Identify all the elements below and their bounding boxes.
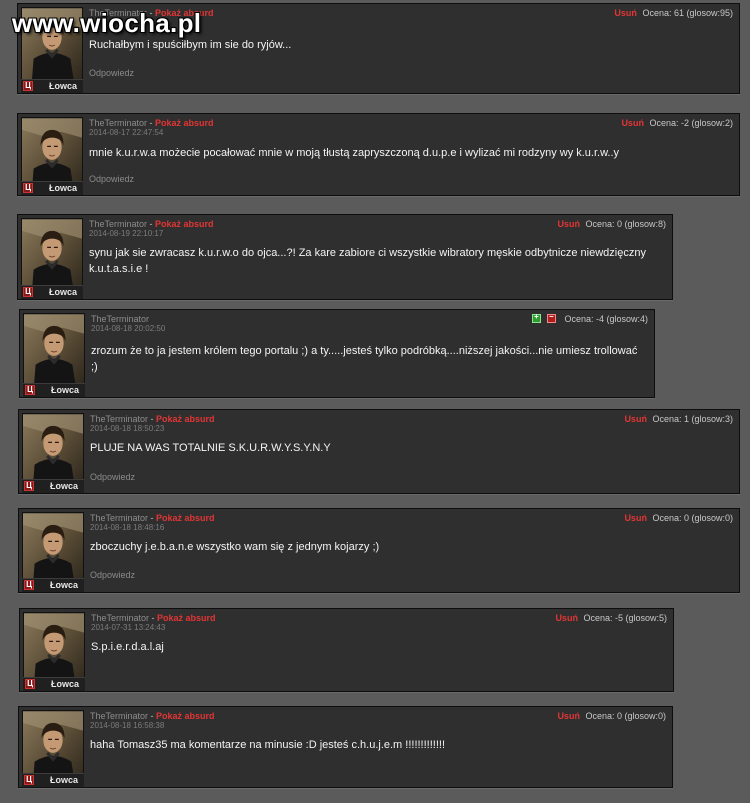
comment-text: mnie k.u.r.w.a możecie pocałować mnie w …	[89, 147, 620, 159]
comment-score: Usuń Ocena: 0 (glosow:0)	[557, 711, 666, 721]
show-absurd-link[interactable]: Pokaż absurd	[156, 711, 215, 721]
comment-text: zboczuchy j.e.b.a.n.e wszystko wam się z…	[90, 541, 380, 553]
comment-date: 2014-07-31 13:24:43	[91, 623, 166, 632]
score-text: Ocena: 0 (glosow:0)	[585, 711, 666, 721]
score-text: Ocena: 61 (glosow:95)	[642, 8, 733, 18]
score-text: Ocena: 1 (glosow:3)	[652, 414, 733, 424]
comment-text: S.p.i.e.r.d.a.l.aj	[91, 641, 164, 653]
reply-link[interactable]: Odpowiedz	[89, 174, 134, 184]
user-rank-label: Łowca	[49, 183, 78, 193]
author-link[interactable]: TheTerminator	[90, 513, 148, 523]
reply-link[interactable]: Odpowiedz	[90, 472, 135, 482]
comment-score: Usuń Ocena: -5 (glosow:5)	[555, 613, 667, 623]
comment-text: haha Tomasz35 ma komentarze na minusie :…	[90, 739, 446, 751]
comment-score: Usuń Ocena: 0 (glosow:8)	[557, 219, 666, 229]
user-rank-label: Łowca	[51, 679, 80, 689]
delete-link[interactable]: Usuń	[624, 414, 647, 424]
comment-card: Ц Łowca TheTerminator - Pokaż absurd 201…	[18, 706, 673, 788]
user-rank-bar: Ц Łowca	[23, 677, 85, 691]
comment-card: Ц Łowca TheTerminator - Pokaż absurd 201…	[17, 113, 740, 196]
user-rank-bar: Ц Łowca	[23, 383, 85, 397]
comment-text: PLUJE NA WAS TOTALNIE S.K.U.R.W.Y.S.Y.N.…	[90, 442, 331, 454]
score-text: Ocena: -5 (glosow:5)	[583, 613, 667, 623]
comment-date: 2014-08-18 20:02:50	[91, 324, 166, 333]
delete-link[interactable]: Usuń	[621, 118, 644, 128]
rank-icon: Ц	[24, 580, 34, 590]
author-link[interactable]: TheTerminator	[89, 219, 147, 229]
rank-icon: Ц	[24, 775, 34, 785]
meta-separator: -	[147, 219, 156, 229]
user-rank-bar: Ц Łowca	[22, 479, 84, 493]
comment-card: Ц Łowca TheTerminator - Pokaż absurd 201…	[19, 608, 674, 692]
comment-text: synu jak sie zwracasz k.u.r.w.o do ojca.…	[89, 247, 646, 275]
comment-card: Ц Łowca TheTerminator - Pokaż absurd 201…	[18, 409, 740, 494]
meta-separator: -	[148, 711, 157, 721]
delete-link[interactable]: Usuń	[557, 219, 580, 229]
vote-up-icon[interactable]	[531, 312, 541, 323]
rank-icon: Ц	[23, 81, 33, 91]
author-link[interactable]: TheTerminator	[89, 118, 147, 128]
comment-score: Usuń Ocena: 61 (glosow:95)	[614, 8, 733, 18]
user-rank-label: Łowca	[50, 580, 79, 590]
author-link[interactable]: TheTerminator	[90, 711, 148, 721]
author-link[interactable]: TheTerminator	[90, 414, 148, 424]
vote-down-icon[interactable]	[546, 312, 556, 323]
meta-separator: -	[148, 513, 157, 523]
reply-link[interactable]: Odpowiedz	[90, 570, 135, 580]
user-rank-bar: Ц Łowca	[21, 285, 83, 299]
user-rank-label: Łowca	[50, 775, 79, 785]
comment-score: Usuń Ocena: 0 (glosow:0)	[624, 513, 733, 523]
show-absurd-link[interactable]: Pokaż absurd	[157, 613, 216, 623]
delete-link[interactable]: Usuń	[614, 8, 637, 18]
show-absurd-link[interactable]: Pokaż absurd	[156, 414, 215, 424]
user-rank-bar: Ц Łowca	[21, 79, 83, 93]
comment-date: 2014-08-18 18:50:23	[90, 424, 165, 433]
meta-separator: -	[149, 613, 158, 623]
score-text: Ocena: 0 (glosow:0)	[652, 513, 733, 523]
rank-icon: Ц	[23, 287, 33, 297]
comment-score: Usuń Ocena: 1 (glosow:3)	[624, 414, 733, 424]
comment-date: 2014-08-17 22:47:54	[89, 128, 164, 137]
user-rank-label: Łowca	[51, 385, 80, 395]
delete-link[interactable]: Usuń	[624, 513, 647, 523]
user-rank-label: Łowca	[49, 287, 78, 297]
score-text: Ocena: -2 (glosow:2)	[649, 118, 733, 128]
comment-score: Usuń Ocena: -2 (glosow:2)	[621, 118, 733, 128]
user-rank-bar: Ц Łowca	[22, 773, 84, 787]
author-link[interactable]: TheTerminator	[91, 314, 149, 324]
reply-link[interactable]: Odpowiedz	[89, 68, 134, 78]
author-link[interactable]: TheTerminator	[91, 613, 149, 623]
comment-card: Ц Łowca TheTerminator - Pokaż absurd 201…	[17, 214, 673, 300]
rank-icon: Ц	[23, 183, 33, 193]
show-absurd-link[interactable]: Pokaż absurd	[156, 513, 215, 523]
comment-text: zrozum że to ja jestem królem tego porta…	[91, 345, 638, 373]
wiocha-watermark: www.wiocha.pl	[12, 8, 202, 38]
meta-separator: -	[147, 118, 156, 128]
comment-card: Ц Łowca TheTerminator - Pokaż absurd 201…	[18, 508, 740, 593]
comment-date: 2014-08-18 16:58:38	[90, 721, 165, 730]
rank-icon: Ц	[25, 385, 35, 395]
user-rank-bar: Ц Łowca	[22, 578, 84, 592]
rank-icon: Ц	[25, 679, 35, 689]
comment-text: Ruchałbym i spuściłbym im sie do ryjów..…	[89, 39, 292, 51]
comment-score: Ocena: -4 (glosow:4)	[531, 312, 648, 324]
user-rank-bar: Ц Łowca	[21, 181, 83, 195]
comment-date: 2014-08-19 22:10:17	[89, 229, 164, 238]
rank-icon: Ц	[24, 481, 34, 491]
score-text: Ocena: 0 (glosow:8)	[585, 219, 666, 229]
show-absurd-link[interactable]: Pokaż absurd	[155, 118, 214, 128]
user-rank-label: Łowca	[50, 481, 79, 491]
comment-card: Ц Łowca TheTerminator 2014-08-18 20:02:5…	[19, 309, 655, 398]
score-text: Ocena: -4 (glosow:4)	[564, 314, 648, 324]
meta-separator: -	[148, 414, 157, 424]
delete-link[interactable]: Usuń	[557, 711, 580, 721]
delete-link[interactable]: Usuń	[555, 613, 578, 623]
comment-date: 2014-08-18 18:48:16	[90, 523, 165, 532]
user-avatar[interactable]	[23, 313, 85, 391]
show-absurd-link[interactable]: Pokaż absurd	[155, 219, 214, 229]
user-rank-label: Łowca	[49, 81, 78, 91]
